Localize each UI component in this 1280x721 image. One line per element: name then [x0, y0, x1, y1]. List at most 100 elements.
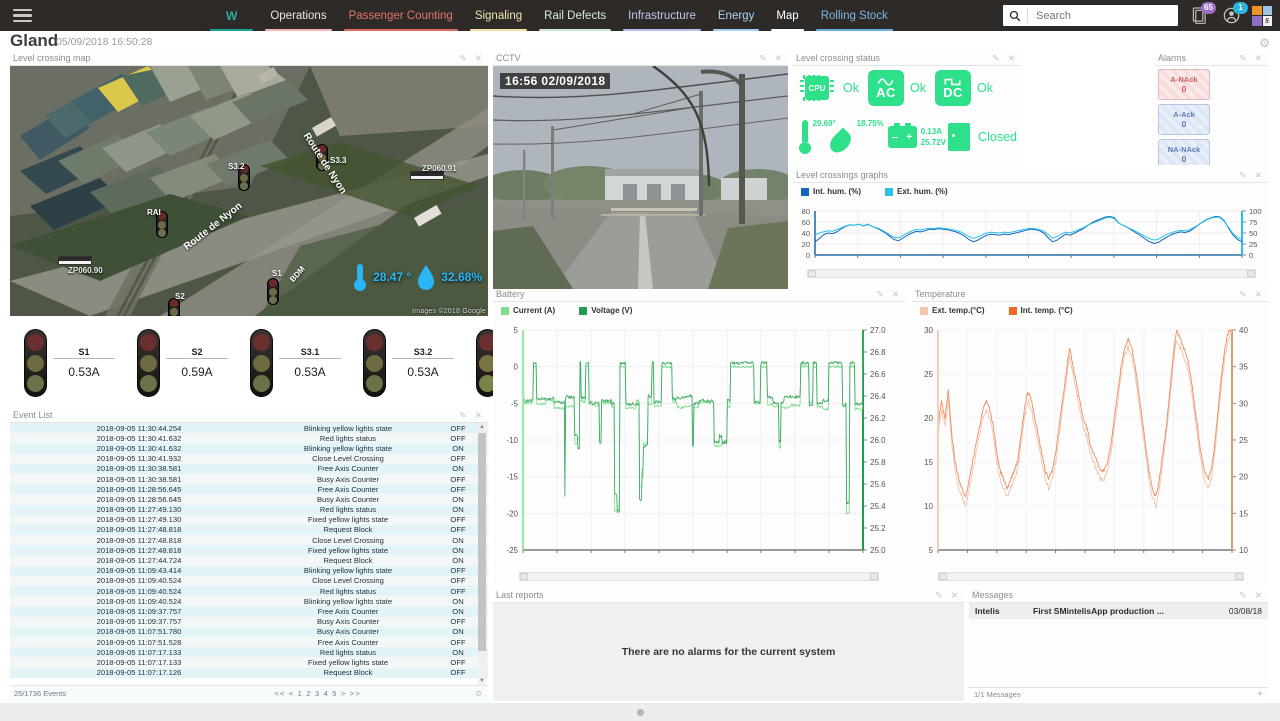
- table-row[interactable]: 2018-09-05 11:09:40.524Close Level Cross…: [10, 576, 488, 586]
- scroll-handle-left[interactable]: [808, 270, 816, 277]
- table-row[interactable]: 2018-09-05 11:09:40.524Red lights status…: [10, 586, 488, 596]
- nav-item-operations[interactable]: Operations: [259, 0, 337, 31]
- panel-tools[interactable]: ✎ ✕: [759, 53, 785, 64]
- table-row[interactable]: 2018-09-05 11:07:17.133Red lights status…: [10, 647, 488, 657]
- scroll-handle-left[interactable]: [939, 573, 947, 580]
- map-signal-s1[interactable]: [267, 278, 279, 305]
- scroll-thumb[interactable]: [478, 433, 486, 651]
- search-input[interactable]: [1028, 6, 1178, 25]
- map-zone-zp06090[interactable]: [58, 256, 92, 265]
- table-row[interactable]: 2018-09-05 11:30:44.254Blinking yellow l…: [10, 423, 488, 433]
- alarm-cell-a-ack[interactable]: A-Ack 0: [1158, 104, 1210, 135]
- search-box[interactable]: [1003, 5, 1178, 26]
- nav-item-passenger-counting[interactable]: Passenger Counting: [338, 0, 464, 31]
- signal-unit-s32[interactable]: S3.2 0.53A: [363, 329, 454, 397]
- table-row[interactable]: 2018-09-05 11:30:38.581Busy Axis Counter…: [10, 474, 488, 484]
- legend-item-int-hum[interactable]: Int. hum. (%): [801, 187, 861, 196]
- temperature-time-scrollbar[interactable]: [938, 572, 1244, 581]
- table-row[interactable]: 2018-09-05 11:30:41.932Close Level Cross…: [10, 454, 488, 464]
- scroll-down-arrow[interactable]: ▼: [479, 678, 485, 684]
- user-account-button[interactable]: 1: [1220, 5, 1242, 27]
- scroll-handle-right[interactable]: [1235, 573, 1243, 580]
- panel-tools[interactable]: ✎ ✕: [1239, 289, 1265, 300]
- table-row[interactable]: 2018-09-05 11:28:56.645Busy Axis Counter…: [10, 494, 488, 504]
- signal-unit-s31[interactable]: S3.1 0.53A: [250, 329, 341, 397]
- table-row[interactable]: 2018-09-05 11:07:51.780Busy Axis Counter…: [10, 627, 488, 637]
- table-row[interactable]: 2018-09-05 11:09:40.524Blinking yellow l…: [10, 596, 488, 606]
- table-row[interactable]: 2018-09-05 11:07:17.133Fixed yellow ligh…: [10, 657, 488, 667]
- panel-tools[interactable]: ✎ ✕: [1239, 590, 1265, 601]
- event-table[interactable]: 2018-09-05 11:30:44.254Blinking yellow l…: [10, 423, 488, 685]
- signal-unit-s2[interactable]: S2 0.59A: [137, 329, 228, 397]
- nav-item-rail-defects[interactable]: Rail Defects: [533, 0, 617, 31]
- table-row[interactable]: 2018-09-05 11:27:49.130Red lights status…: [10, 505, 488, 515]
- legend-item-int-temp[interactable]: Int. temp. (°C): [1009, 306, 1073, 315]
- legend-item-current[interactable]: Current (A): [501, 306, 555, 315]
- nav-item-signaling[interactable]: Signaling: [464, 0, 533, 31]
- table-row[interactable]: 2018-09-05 11:28:56.645Free Axis Counter…: [10, 484, 488, 494]
- scroll-handle-right[interactable]: [1247, 270, 1255, 277]
- svg-text:20: 20: [1239, 473, 1248, 482]
- lcg-time-scrollbar[interactable]: [807, 269, 1256, 278]
- message-row[interactable]: Intelis First SMintelisApp production ..…: [969, 603, 1268, 619]
- table-row[interactable]: 2018-09-05 11:27:44.724Request BlockON: [10, 555, 488, 565]
- battery-chart[interactable]: 50-5-10-15-20-2527.026.826.626.426.226.0…: [493, 324, 905, 564]
- table-row[interactable]: 2018-09-05 11:09:37.757Free Axis Counter…: [10, 606, 488, 616]
- event-pager[interactable]: << < 1 2 3 4 5 > >>: [160, 689, 475, 698]
- satellite-map-image[interactable]: S3.3 S3.2 RAI S1 S2 ZP060.91 ZP060.90: [10, 66, 488, 316]
- table-row[interactable]: 2018-09-05 11:30:41.632Red lights status…: [10, 433, 488, 443]
- event-list-scrollbar[interactable]: ▲ ▼: [478, 423, 486, 685]
- nav-item-energy[interactable]: Energy: [707, 0, 765, 31]
- scroll-handle-left[interactable]: [520, 573, 528, 580]
- cctv-video-frame[interactable]: 16:56 02/09/2018: [493, 66, 788, 289]
- temperature-chart[interactable]: 3025201510540353025201510: [912, 324, 1268, 564]
- add-message-icon[interactable]: +: [1257, 689, 1263, 700]
- alarm-cell-a-nack[interactable]: A-NAck 0: [1158, 69, 1210, 100]
- signal-unit-s1[interactable]: S1 0.53A: [24, 329, 115, 397]
- panel-tools[interactable]: ✎ ✕: [992, 53, 1018, 64]
- event-settings-icon[interactable]: ⚙: [475, 689, 488, 698]
- table-row[interactable]: 2018-09-05 11:30:41.632Blinking yellow l…: [10, 443, 488, 453]
- panel-tools[interactable]: ✎ ✕: [459, 410, 485, 421]
- nav-item-infrastructure[interactable]: Infrastructure: [617, 0, 707, 31]
- panel-tools[interactable]: ✎ ✕: [1239, 53, 1265, 64]
- svg-text:40: 40: [1239, 326, 1248, 335]
- product-logo-icon[interactable]: s: [1252, 6, 1272, 26]
- panel-title-label: Last reports: [496, 590, 544, 600]
- cpu-status: Ok: [843, 81, 859, 95]
- legend-item-ext-hum[interactable]: Ext. hum. (%): [885, 187, 948, 196]
- nav-item-rolling-stock[interactable]: Rolling Stock: [810, 0, 899, 31]
- legend-item-voltage[interactable]: Voltage (V): [579, 306, 632, 315]
- svg-text:35: 35: [1239, 363, 1248, 372]
- reports-body: There are no alarms for the current syst…: [493, 603, 964, 701]
- table-row[interactable]: 2018-09-05 11:27:49.130Fixed yellow ligh…: [10, 515, 488, 525]
- table-row[interactable]: 2018-09-05 11:27:48.818Close Level Cross…: [10, 535, 488, 545]
- settings-gear-icon[interactable]: ⚙: [1259, 36, 1270, 50]
- app-logo[interactable]: W: [204, 0, 259, 31]
- battery-time-scrollbar[interactable]: [519, 572, 879, 581]
- panel-tools[interactable]: ✎ ✕: [876, 289, 902, 300]
- table-row[interactable]: 2018-09-05 11:27:48.818Fixed yellow ligh…: [10, 545, 488, 555]
- table-row[interactable]: 2018-09-05 11:09:37.757Busy Axis Counter…: [10, 617, 488, 627]
- svg-text:26.6: 26.6: [870, 370, 886, 379]
- nav-item-map[interactable]: Map: [765, 0, 809, 31]
- map-body[interactable]: S3.3 S3.2 RAI S1 S2 ZP060.91 ZP060.90: [10, 66, 488, 316]
- alarm-cell-na-nack[interactable]: NA-NAck 0: [1158, 139, 1210, 165]
- table-row[interactable]: 2018-09-05 11:07:17.126Request BlockOFF: [10, 668, 488, 678]
- cctv-body[interactable]: 16:56 02/09/2018: [493, 66, 788, 289]
- panel-tools[interactable]: ✎ ✕: [935, 590, 961, 601]
- scroll-handle-right[interactable]: [870, 573, 878, 580]
- ac-status: Ok: [910, 81, 926, 95]
- lcg-chart[interactable]: 0204060800255075100: [793, 205, 1268, 267]
- panel-tools[interactable]: ✎ ✕: [459, 53, 485, 64]
- legend-item-ext-temp[interactable]: Ext. temp.(°C): [920, 306, 985, 315]
- table-row[interactable]: 2018-09-05 11:30:38.581Free Axis Counter…: [10, 464, 488, 474]
- scroll-up-arrow[interactable]: ▲: [479, 424, 485, 430]
- notifications-button[interactable]: 65: [1188, 5, 1210, 27]
- table-row[interactable]: 2018-09-05 11:27:48.818Request BlockOFF: [10, 525, 488, 535]
- hamburger-menu-icon[interactable]: [0, 0, 44, 31]
- table-row[interactable]: 2018-09-05 11:09:43.414Blinking yellow l…: [10, 566, 488, 576]
- panel-tools[interactable]: ✎ ✕: [1239, 170, 1265, 181]
- page-indicator-dot[interactable]: [637, 709, 644, 716]
- table-row[interactable]: 2018-09-05 11:07:51.528Free Axis Counter…: [10, 637, 488, 647]
